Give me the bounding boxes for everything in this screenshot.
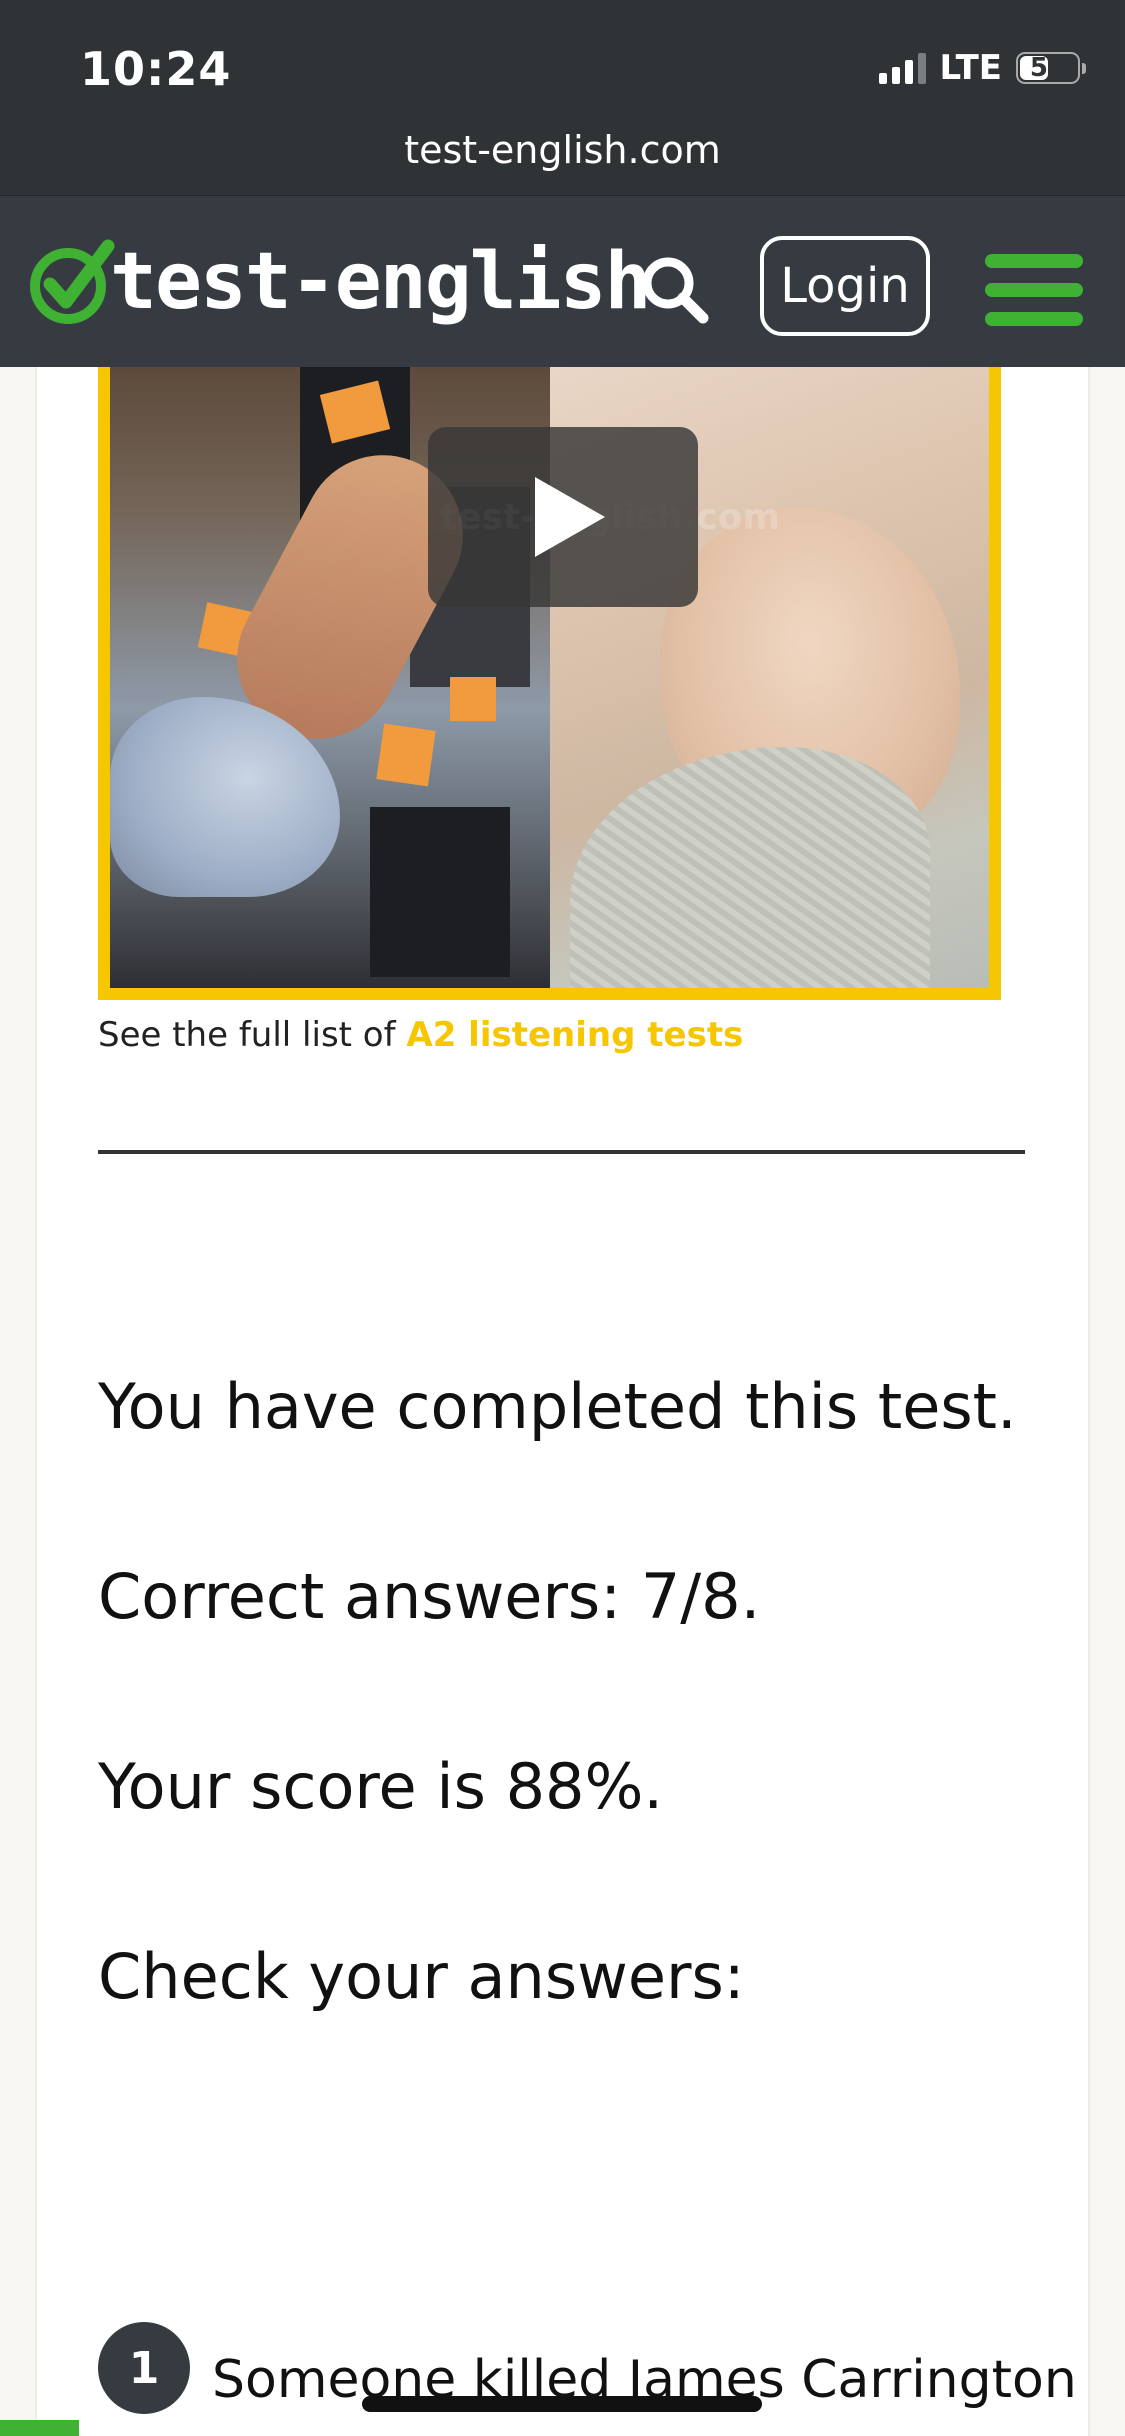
reading-progress-fill [0, 2420, 79, 2436]
check-circle-icon [30, 239, 115, 324]
correct-answers-text: Correct answers: 7/8. [98, 1560, 761, 1633]
network-type-label: LTE [939, 48, 1002, 88]
logo-text: test-english [110, 237, 652, 327]
score-text: Your score is 88%. [98, 1750, 664, 1823]
reading-progress-bar [0, 2420, 1125, 2436]
search-icon[interactable] [638, 253, 710, 325]
cellular-signal-icon [878, 52, 926, 84]
completion-message: You have completed this test. [98, 1370, 1017, 1443]
full-list-text: See the full list of A2 listening tests [98, 1015, 743, 1055]
login-button[interactable]: Login [760, 236, 930, 336]
site-logo[interactable]: test-english [28, 237, 652, 327]
battery-percentage: 50 [1029, 53, 1067, 83]
screen: 10:24 LTE 50 test-english.com test-engli… [0, 0, 1125, 2436]
battery-icon: 50 [1016, 52, 1086, 84]
a2-listening-tests-link[interactable]: A2 listening tests [406, 1015, 743, 1055]
question-number-badge: 1 [98, 2322, 190, 2414]
divider [98, 1150, 1025, 1154]
play-button[interactable] [428, 427, 698, 607]
url-bar[interactable]: test-english.com [0, 128, 1125, 172]
home-indicator[interactable] [362, 2396, 762, 2412]
video-player[interactable]: test-english.com [98, 367, 1001, 1000]
play-icon [535, 477, 605, 557]
full-list-prefix: See the full list of [98, 1015, 407, 1055]
check-answers-heading: Check your answers: [98, 1940, 745, 2013]
status-bar: 10:24 LTE 50 test-english.com [0, 0, 1125, 195]
status-indicators: LTE 50 [878, 48, 1086, 88]
site-header: test-english Login [0, 195, 1125, 367]
status-time: 10:24 [80, 42, 232, 96]
hamburger-menu-icon[interactable] [985, 254, 1083, 326]
